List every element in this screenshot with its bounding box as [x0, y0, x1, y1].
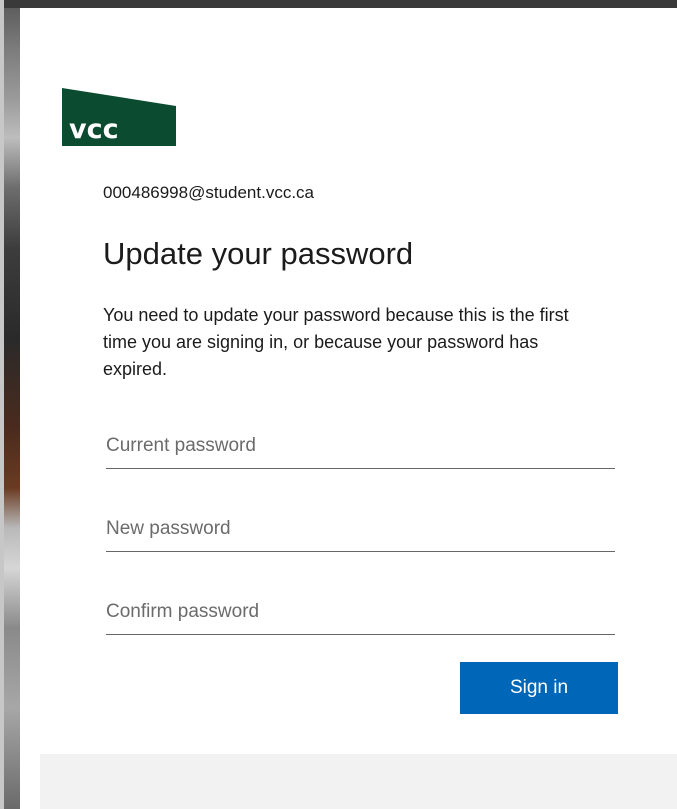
current-password-field[interactable]: [106, 428, 615, 469]
new-password-field[interactable]: [106, 511, 615, 552]
page-title: Update your password: [103, 236, 414, 271]
vcc-logo-text: vcc: [69, 114, 119, 145]
account-email: 000486998@student.vcc.ca: [103, 183, 315, 202]
background-image-strip: [4, 8, 20, 809]
card-footer: [40, 754, 677, 809]
confirm-password-field[interactable]: [106, 594, 615, 635]
vcc-logo: vcc: [62, 88, 176, 146]
sign-in-button[interactable]: Sign in: [460, 662, 618, 714]
window-top-bar: [0, 0, 677, 8]
update-password-description: You need to update your password because…: [103, 305, 569, 379]
browser-frame: vcc 000486998@student.vcc.ca Update your…: [0, 0, 677, 809]
